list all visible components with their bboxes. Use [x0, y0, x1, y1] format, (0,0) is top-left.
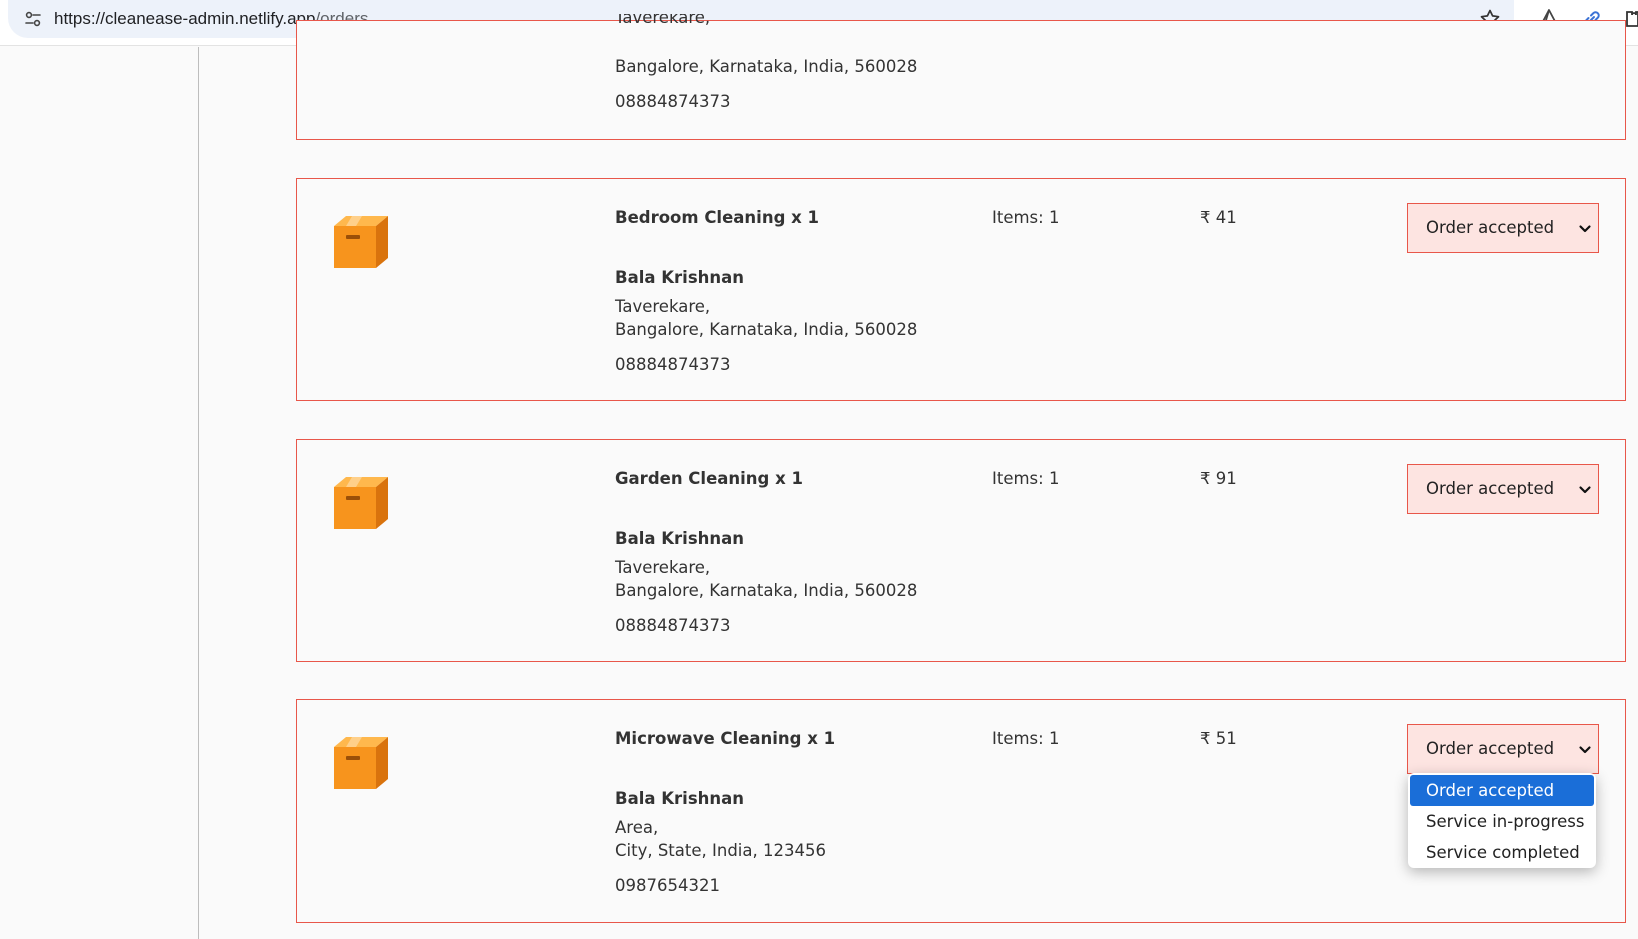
- address-line-1: Taverekare,: [615, 558, 711, 577]
- site-info-icon[interactable]: [22, 8, 44, 30]
- address-line-2: Bangalore, Karnataka, India, 560028: [615, 320, 918, 339]
- customer-phone: 08884874373: [615, 616, 731, 635]
- address-line-2: City, State, India, 123456: [615, 841, 826, 860]
- address-line-1: Taverekare,: [615, 14, 711, 26]
- customer-name: Bala Krishnan: [615, 268, 745, 287]
- status-select[interactable]: Order accepted: [1407, 464, 1599, 514]
- items-count: Items: 1: [992, 208, 1060, 227]
- customer-phone: 08884874373: [615, 355, 731, 374]
- status-select[interactable]: Order accepted: [1407, 203, 1599, 253]
- package-box-icon: [334, 216, 388, 268]
- service-title: Bedroom Cleaning x 1: [615, 208, 819, 227]
- chevron-down-icon: [1579, 486, 1591, 494]
- package-box-icon: [334, 477, 388, 529]
- chevron-down-icon: [1579, 746, 1591, 754]
- chevron-down-icon: [1579, 225, 1591, 233]
- status-select-value: Order accepted: [1426, 479, 1555, 498]
- service-title: Garden Cleaning x 1: [615, 469, 803, 488]
- status-select-value: Order accepted: [1426, 218, 1555, 237]
- address-line-1: Taverekare,: [615, 297, 711, 316]
- address-line-1: Area,: [615, 818, 659, 837]
- items-count: Items: 1: [992, 469, 1060, 488]
- status-option-order-accepted[interactable]: Order accepted: [1410, 775, 1594, 806]
- address-line-2: Bangalore, Karnataka, India, 560028: [615, 581, 918, 600]
- status-select[interactable]: Order accepted: [1407, 724, 1599, 774]
- order-price: ₹ 51: [1200, 729, 1237, 748]
- service-title: Microwave Cleaning x 1: [615, 729, 836, 748]
- items-count: Items: 1: [992, 729, 1060, 748]
- customer-name: Bala Krishnan: [615, 529, 745, 548]
- extensions-puzzle-icon[interactable]: [1624, 7, 1638, 31]
- address-line-2: Bangalore, Karnataka, India, 560028: [615, 57, 918, 76]
- order-card: Bedroom Cleaning x 1 Items: 1 ₹ 41 Bala …: [296, 178, 1626, 401]
- sidebar: [0, 47, 199, 939]
- order-price: ₹ 91: [1200, 469, 1237, 488]
- order-card: Garden Cleaning x 1 Items: 1 ₹ 91 Bala K…: [296, 439, 1626, 662]
- status-select-value: Order accepted: [1426, 739, 1555, 758]
- url-host: https://cleanease-admin.netlify.app: [54, 9, 316, 28]
- status-option-service-in-progress[interactable]: Service in-progress: [1410, 806, 1594, 837]
- status-dropdown-list: Order accepted Service in-progress Servi…: [1408, 773, 1596, 868]
- customer-phone: 08884874373: [615, 92, 731, 111]
- status-option-service-completed[interactable]: Service completed: [1410, 837, 1594, 868]
- customer-name: Bala Krishnan: [615, 789, 745, 808]
- order-card: Taverekare, Bangalore, Karnataka, India,…: [296, 14, 1626, 140]
- package-box-icon: [334, 737, 388, 789]
- order-price: ₹ 41: [1200, 208, 1237, 227]
- customer-phone: 0987654321: [615, 876, 720, 895]
